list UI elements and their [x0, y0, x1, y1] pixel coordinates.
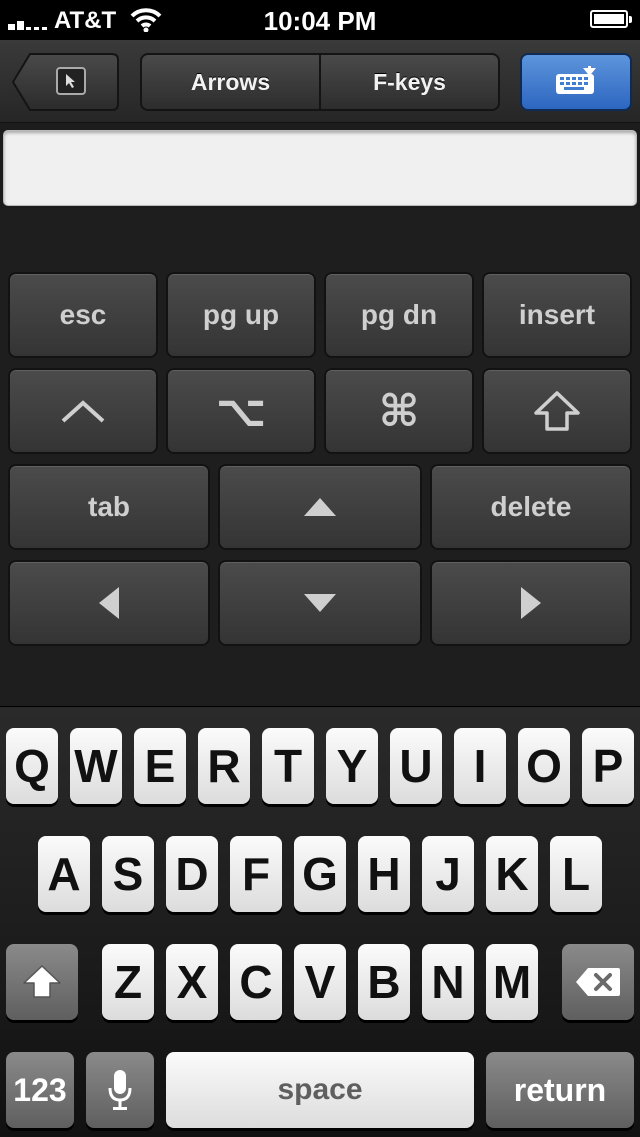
- status-time: 10:04 PM: [263, 6, 377, 36]
- mode-segmented-control[interactable]: Arrows F-keys: [140, 53, 500, 111]
- key-k[interactable]: K: [486, 836, 538, 912]
- command-key[interactable]: ⌘: [324, 368, 474, 454]
- key-w[interactable]: W: [70, 728, 122, 804]
- space-key[interactable]: space: [166, 1052, 474, 1128]
- left-arrow-key[interactable]: [8, 560, 210, 646]
- key-x[interactable]: X: [166, 944, 218, 1020]
- backspace-icon: [576, 968, 620, 996]
- down-arrow-icon: [304, 594, 336, 612]
- page-down-key[interactable]: pg dn: [324, 272, 474, 358]
- numbers-key[interactable]: 123: [6, 1052, 74, 1128]
- page-up-key[interactable]: pg up: [166, 272, 316, 358]
- key-y[interactable]: Y: [326, 728, 378, 804]
- esc-key[interactable]: esc: [8, 272, 158, 358]
- key-b[interactable]: B: [358, 944, 410, 1020]
- status-bar: AT&T 10:04 PM: [0, 0, 640, 40]
- left-arrow-icon: [99, 587, 119, 619]
- key-q[interactable]: Q: [6, 728, 58, 804]
- key-e[interactable]: E: [134, 728, 186, 804]
- key-t[interactable]: T: [262, 728, 314, 804]
- down-arrow-key[interactable]: [218, 560, 422, 646]
- key-m[interactable]: M: [486, 944, 538, 1020]
- keyboard-hide-icon: [556, 66, 596, 94]
- key-l[interactable]: L: [550, 836, 602, 912]
- microphone-icon: [108, 1070, 132, 1110]
- tab-arrows[interactable]: Arrows: [142, 55, 319, 109]
- key-d[interactable]: D: [166, 836, 218, 912]
- key-c[interactable]: C: [230, 944, 282, 1020]
- key-z[interactable]: Z: [102, 944, 154, 1020]
- shift-key[interactable]: [6, 944, 78, 1020]
- up-arrow-icon: [304, 498, 336, 516]
- key-u[interactable]: U: [390, 728, 442, 804]
- toolbar: Arrows F-keys: [0, 40, 640, 123]
- backspace-key[interactable]: [562, 944, 634, 1020]
- shift-icon: [23, 965, 61, 998]
- key-g[interactable]: G: [294, 836, 346, 912]
- shift-modifier-key[interactable]: [482, 368, 632, 454]
- key-p[interactable]: P: [582, 728, 634, 804]
- text-input-field[interactable]: [3, 130, 637, 206]
- key-i[interactable]: I: [454, 728, 506, 804]
- return-key[interactable]: return: [486, 1052, 634, 1128]
- key-v[interactable]: V: [294, 944, 346, 1020]
- key-s[interactable]: S: [102, 836, 154, 912]
- keyboard-toggle-button[interactable]: [520, 53, 632, 111]
- battery-icon: [590, 10, 632, 28]
- up-arrow-key[interactable]: [218, 464, 422, 550]
- control-key[interactable]: [8, 368, 158, 454]
- insert-key[interactable]: insert: [482, 272, 632, 358]
- key-n[interactable]: N: [422, 944, 474, 1020]
- dictation-key[interactable]: [86, 1052, 154, 1128]
- option-key[interactable]: ⌥: [166, 368, 316, 454]
- tab-f-keys[interactable]: F-keys: [319, 55, 498, 109]
- key-j[interactable]: J: [422, 836, 474, 912]
- back-button[interactable]: [12, 53, 120, 111]
- key-a[interactable]: A: [38, 836, 90, 912]
- right-arrow-icon: [521, 587, 541, 619]
- right-arrow-key[interactable]: [430, 560, 632, 646]
- shift-icon: [534, 391, 580, 431]
- key-h[interactable]: H: [358, 836, 410, 912]
- control-icon: [61, 400, 105, 423]
- delete-key[interactable]: delete: [430, 464, 632, 550]
- key-r[interactable]: R: [198, 728, 250, 804]
- tab-key[interactable]: tab: [8, 464, 210, 550]
- key-o[interactable]: O: [518, 728, 570, 804]
- key-f[interactable]: F: [230, 836, 282, 912]
- cursor-arrow-icon: [56, 67, 86, 95]
